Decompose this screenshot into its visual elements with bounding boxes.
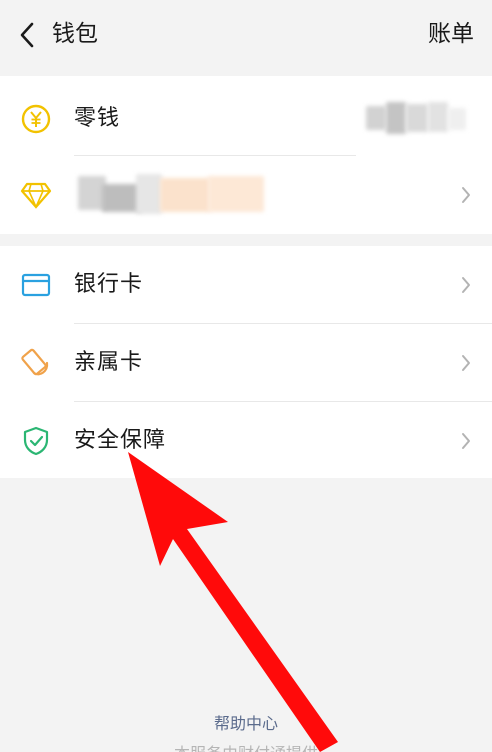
service-label: 银行卡 (74, 272, 144, 297)
chevron-right-icon (458, 353, 474, 373)
balance-amount-redacted (366, 102, 468, 134)
service-label: 安全保障 (74, 428, 167, 453)
services-card: 银行卡 亲属卡 安全保障 (0, 246, 492, 478)
family-card-icon (20, 347, 52, 379)
balance-row[interactable]: 零钱 (0, 80, 492, 158)
navigation-bar: 钱包 账单 (0, 0, 492, 76)
service-row-family-card[interactable]: 亲属卡 (0, 324, 492, 402)
balance-label: 零钱 (74, 106, 121, 131)
yuan-coin-icon (20, 103, 52, 135)
provider-note: 本服务由财付通提供 (0, 740, 492, 752)
service-label: 亲属卡 (74, 350, 144, 375)
help-center-link[interactable]: 帮助中心 (0, 710, 492, 734)
hidden-service-row[interactable] (0, 156, 492, 234)
bill-button[interactable]: 账单 (428, 18, 474, 50)
hidden-service-label-redacted (74, 174, 266, 216)
service-row-security[interactable]: 安全保障 (0, 402, 492, 480)
back-button[interactable] (12, 18, 42, 52)
chevron-right-icon (458, 431, 474, 451)
wallet-card: 零钱 (0, 76, 492, 234)
page-title: 钱包 (52, 21, 98, 47)
chevron-left-icon (20, 22, 34, 48)
shield-check-icon (20, 425, 52, 457)
chevron-right-icon (458, 185, 474, 205)
service-row-bank-card[interactable]: 银行卡 (0, 246, 492, 324)
chevron-right-icon (458, 275, 474, 295)
diamond-icon (20, 179, 52, 211)
bank-card-icon (20, 269, 52, 301)
